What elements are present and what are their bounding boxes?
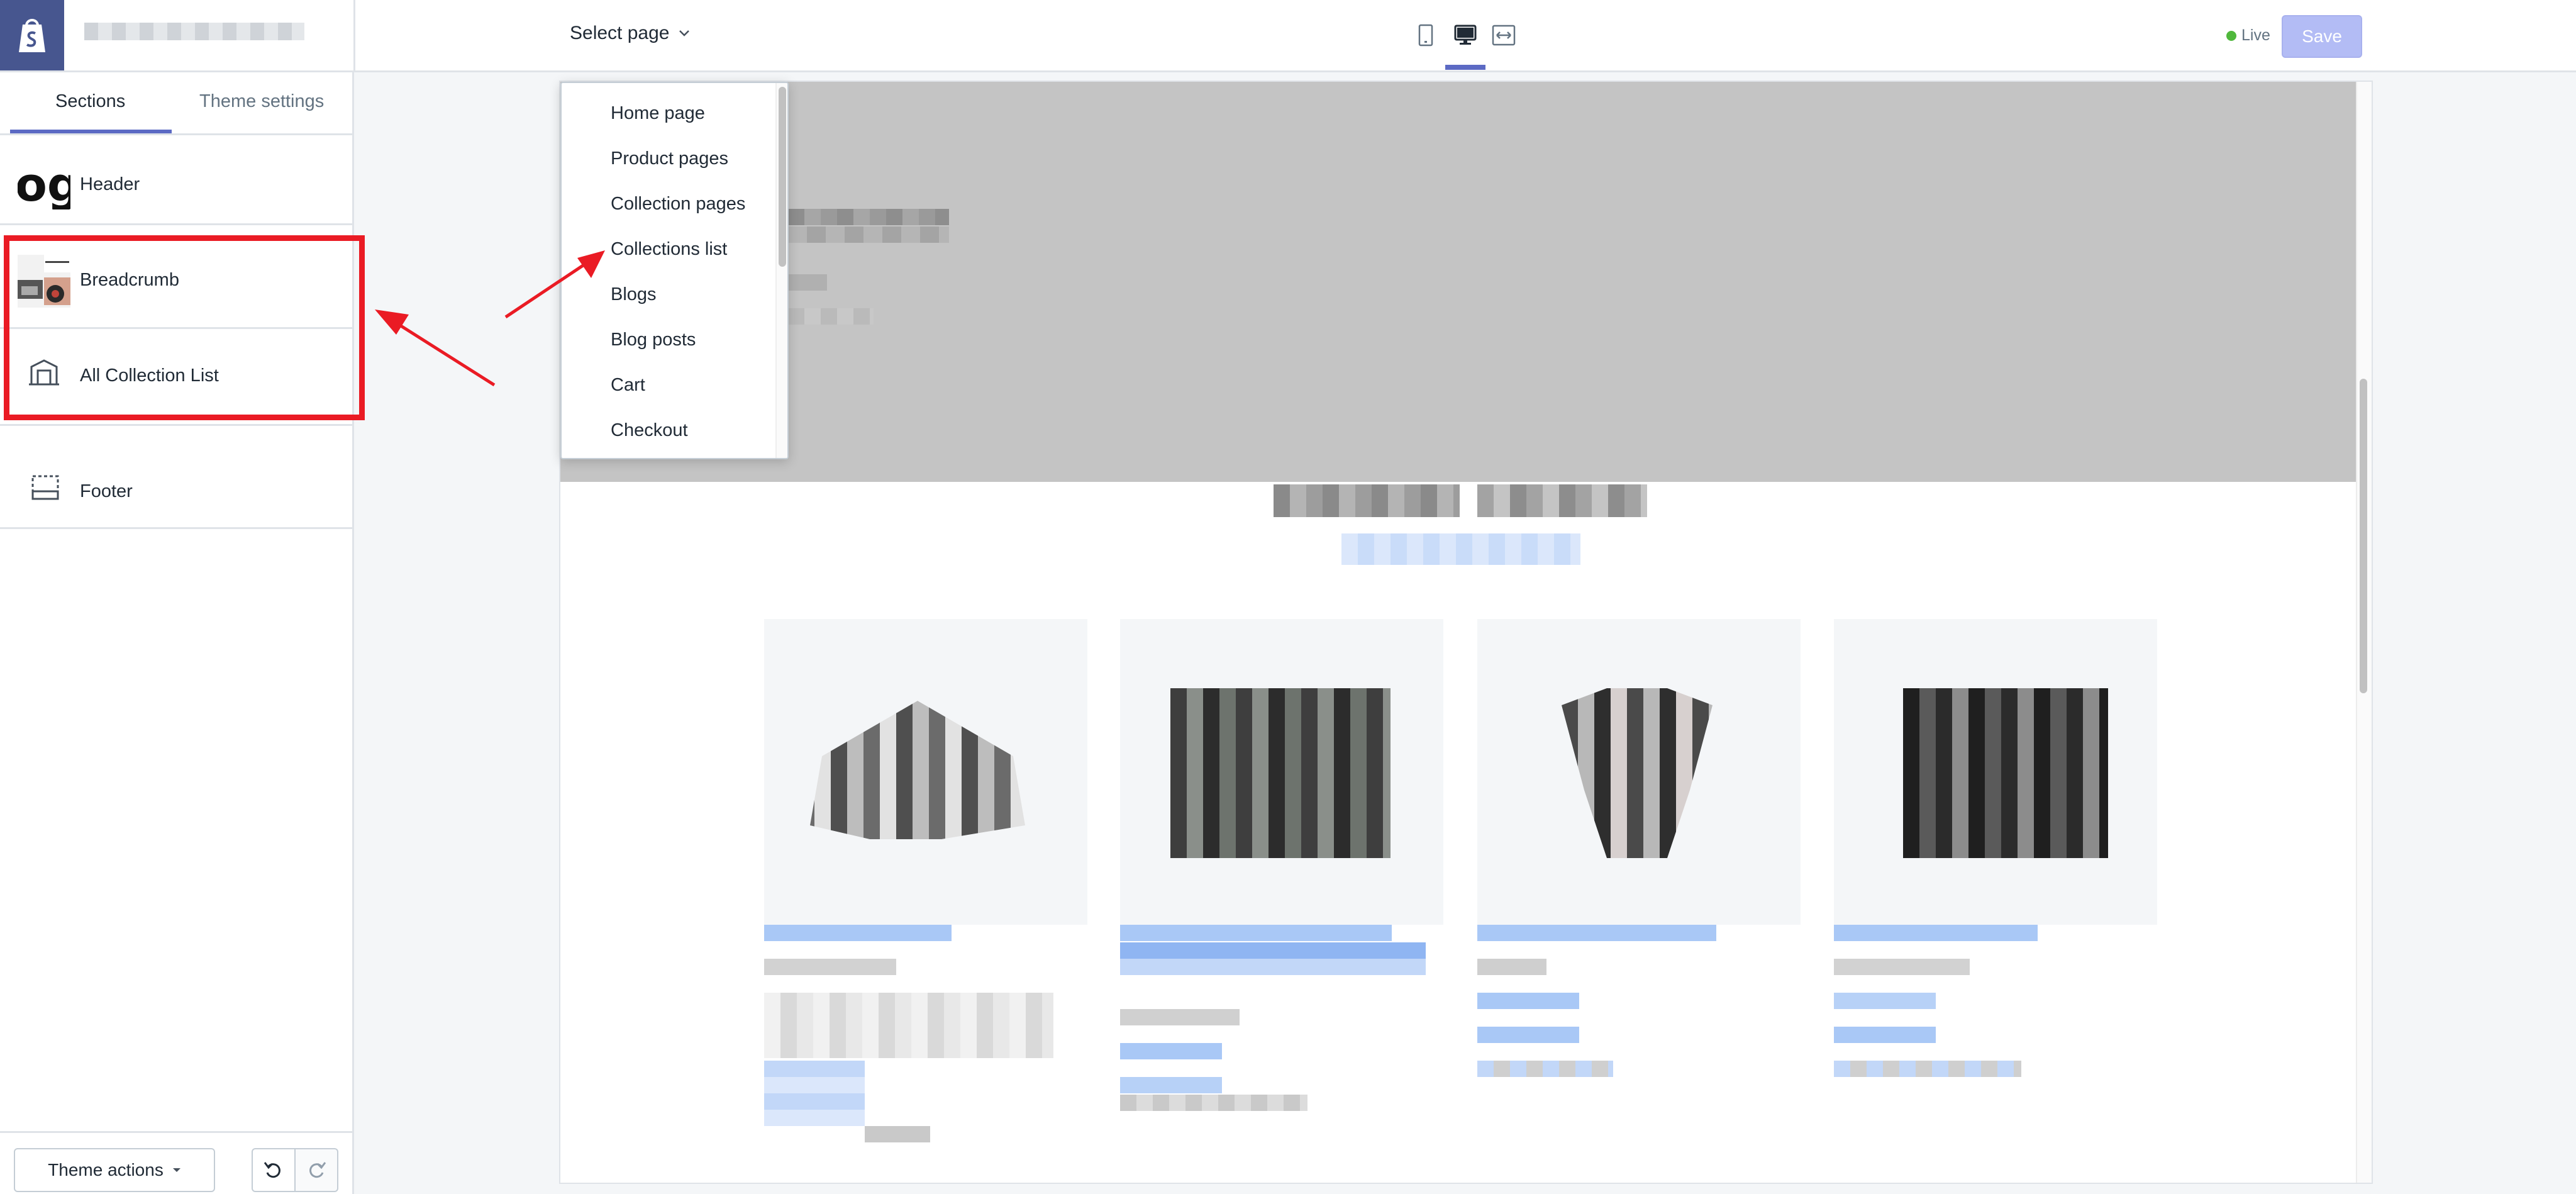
product-price-redacted bbox=[1120, 1009, 1240, 1025]
mobile-view-button[interactable] bbox=[1413, 23, 1438, 48]
preview-scrollbar-thumb[interactable] bbox=[2360, 379, 2367, 693]
select-page-dropdown[interactable]: Select page bbox=[570, 23, 691, 44]
mobile-icon bbox=[1418, 24, 1433, 47]
fullscreen-view-button[interactable] bbox=[1491, 23, 1516, 48]
section-header[interactable]: og Header bbox=[0, 148, 352, 225]
product-title-redacted bbox=[764, 925, 952, 941]
section-footer[interactable]: Footer bbox=[0, 454, 352, 529]
product-text-redacted bbox=[1120, 1095, 1307, 1111]
menu-item-cart[interactable]: Cart bbox=[611, 375, 645, 396]
tab-theme-settings[interactable]: Theme settings bbox=[199, 91, 324, 112]
menu-item-home-page[interactable]: Home page bbox=[611, 103, 705, 124]
desktop-view-button[interactable] bbox=[1453, 23, 1478, 48]
section-breadcrumb[interactable]: Breadcrumb bbox=[0, 233, 352, 329]
section-label-all-collection-list: All Collection List bbox=[80, 365, 219, 386]
menu-item-product-pages[interactable]: Product pages bbox=[611, 148, 728, 169]
active-device-indicator bbox=[1445, 65, 1485, 70]
svg-text:og: og bbox=[18, 158, 70, 209]
product-variants-redacted bbox=[764, 993, 1053, 1058]
select-page-menu: Home page Product pages Collection pages… bbox=[560, 82, 789, 459]
product-image-redacted bbox=[1562, 688, 1713, 858]
undo-button[interactable] bbox=[252, 1148, 296, 1192]
product-link-redacted bbox=[1834, 1027, 1936, 1043]
product-title-redacted bbox=[1120, 925, 1392, 941]
hero-text-redacted bbox=[788, 308, 874, 325]
theme-actions-button[interactable]: Theme actions bbox=[14, 1148, 215, 1192]
shopify-bag-icon bbox=[19, 19, 45, 52]
theme-actions-label: Theme actions bbox=[48, 1160, 164, 1180]
shopify-logo[interactable] bbox=[0, 0, 64, 70]
collection-hero-banner bbox=[560, 82, 2359, 482]
collection-link-redacted bbox=[1341, 533, 1580, 565]
menu-item-checkout[interactable]: Checkout bbox=[611, 420, 688, 441]
menu-item-blogs[interactable]: Blogs bbox=[611, 284, 657, 305]
menu-scrollbar-thumb[interactable] bbox=[779, 87, 786, 267]
product-text-redacted bbox=[865, 1126, 930, 1142]
product-image-redacted bbox=[810, 701, 1025, 839]
product-price-redacted bbox=[1477, 959, 1546, 975]
sidebar-tabs: Sections Theme settings bbox=[0, 72, 352, 135]
desktop-icon bbox=[1454, 25, 1477, 45]
live-status: Live bbox=[2226, 26, 2270, 45]
redo-icon bbox=[309, 1162, 326, 1178]
fullscreen-icon bbox=[1492, 25, 1516, 46]
product-card-image[interactable] bbox=[1120, 619, 1443, 925]
active-tab-indicator bbox=[10, 130, 172, 133]
product-title-redacted bbox=[1120, 942, 1426, 975]
menu-item-collection-pages[interactable]: Collection pages bbox=[611, 194, 745, 215]
select-page-label: Select page bbox=[570, 23, 670, 43]
redo-button[interactable] bbox=[294, 1148, 338, 1192]
section-label-breadcrumb: Breadcrumb bbox=[80, 270, 179, 290]
live-status-label: Live bbox=[2241, 26, 2270, 44]
section-label-header: Header bbox=[80, 174, 140, 194]
section-label-footer: Footer bbox=[80, 481, 133, 501]
product-text-redacted bbox=[1477, 1061, 1613, 1077]
product-link-redacted bbox=[1120, 1043, 1222, 1059]
hero-text-redacted bbox=[788, 226, 949, 243]
product-image-redacted bbox=[1903, 688, 2108, 858]
footer-icon bbox=[31, 475, 59, 500]
section-all-collection-list[interactable]: All Collection List bbox=[0, 330, 352, 426]
product-link-redacted bbox=[764, 1061, 865, 1126]
product-link-redacted bbox=[1834, 993, 1936, 1009]
collection-title-redacted bbox=[1477, 484, 1647, 517]
menu-item-collections-list[interactable]: Collections list bbox=[611, 239, 727, 260]
product-card-image[interactable] bbox=[764, 619, 1087, 925]
product-link-redacted bbox=[1477, 993, 1579, 1009]
collection-title-redacted bbox=[1274, 484, 1460, 517]
product-image-redacted bbox=[1170, 688, 1391, 858]
breadcrumb-thumbnail-icon bbox=[18, 255, 70, 308]
header-thumbnail-icon: og bbox=[18, 157, 70, 209]
collection-list-icon bbox=[29, 359, 59, 386]
product-card-image[interactable] bbox=[1477, 619, 1801, 925]
hero-text-redacted bbox=[788, 209, 949, 225]
sidebar-footer-bar: Theme actions bbox=[0, 1131, 352, 1194]
chevron-down-icon bbox=[679, 30, 690, 36]
product-link-redacted bbox=[1120, 1077, 1222, 1093]
divider bbox=[353, 0, 355, 72]
live-dot-icon bbox=[2226, 30, 2236, 41]
top-bar: Select page Live Save bbox=[0, 0, 2576, 72]
theme-preview[interactable] bbox=[560, 82, 2372, 1183]
annotation-arrow-line bbox=[394, 320, 496, 387]
undo-icon bbox=[264, 1162, 280, 1178]
product-title-redacted bbox=[1477, 925, 1716, 941]
annotation-arrowhead-icon bbox=[375, 310, 409, 335]
menu-item-blog-posts[interactable]: Blog posts bbox=[611, 330, 696, 350]
save-button[interactable]: Save bbox=[2282, 15, 2362, 58]
hero-text-redacted bbox=[788, 274, 827, 291]
product-card-image[interactable] bbox=[1834, 619, 2157, 925]
product-text-redacted bbox=[1834, 1061, 2021, 1077]
store-name-redacted bbox=[84, 23, 304, 40]
product-price-redacted bbox=[764, 959, 896, 975]
tab-sections[interactable]: Sections bbox=[55, 91, 125, 112]
product-price-redacted bbox=[1834, 959, 1970, 975]
product-title-redacted bbox=[1834, 925, 2038, 941]
sidebar: Sections Theme settings og Header Breadc… bbox=[0, 72, 354, 1194]
product-link-redacted bbox=[1477, 1027, 1579, 1043]
caret-down-icon bbox=[172, 1168, 180, 1172]
